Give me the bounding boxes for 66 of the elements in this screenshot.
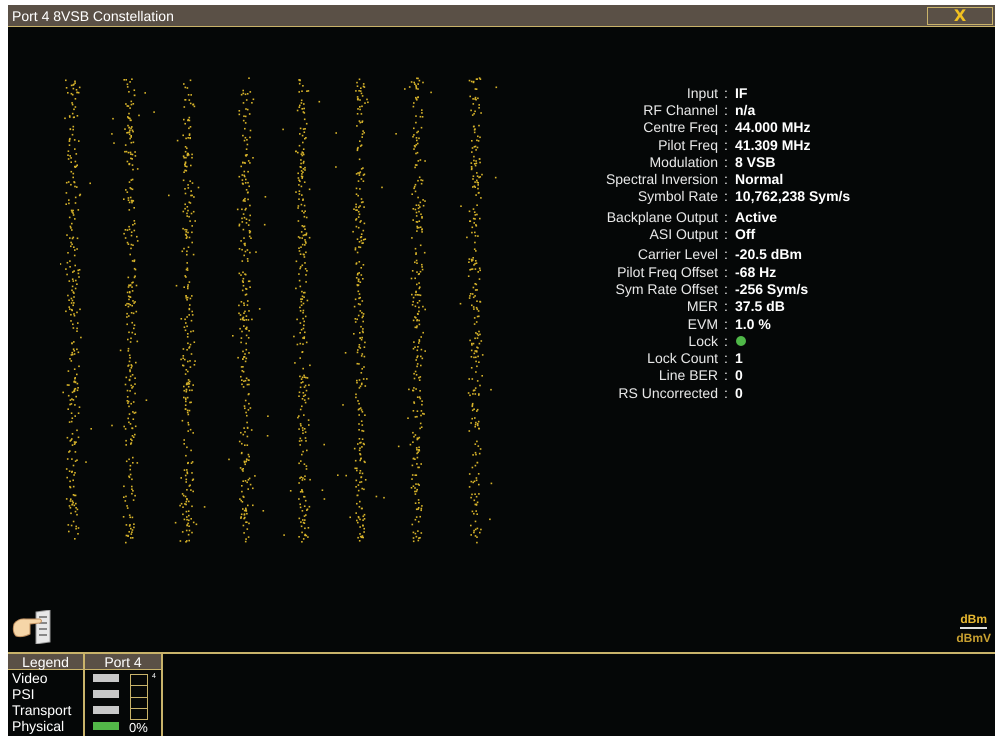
field-label: Backplane Output (606, 210, 718, 224)
field-value: 44.000 MHz (734, 120, 810, 134)
field-value: 37.5 dB (734, 299, 785, 314)
separator: : (723, 210, 729, 224)
field-label: Line BER (658, 368, 718, 382)
hand-pointer-icon[interactable] (12, 610, 52, 644)
close-button[interactable]: X (927, 6, 993, 24)
field-label: Input (686, 86, 718, 100)
field-label: EVM (686, 316, 718, 330)
legend-item: PSI (12, 686, 36, 702)
field-label: Lock Count (646, 351, 718, 366)
port-header: Port 4 (85, 654, 161, 670)
unit-toggle[interactable]: dBm (960, 612, 987, 629)
field-value: 41.309 MHz (734, 138, 810, 152)
field-label: Pilot Freq (657, 138, 718, 152)
level-reading: 0% (129, 721, 148, 734)
separator: : (723, 247, 729, 262)
separator: : (723, 334, 729, 348)
separator: : (723, 282, 729, 296)
field-value: 10,762,238 Sym/s (734, 189, 850, 204)
field-value: -68 Hz (734, 264, 776, 279)
field-label: Spectral Inversion (604, 172, 718, 186)
field-label: Lock (687, 334, 718, 348)
field-value: 8 VSB (734, 154, 776, 169)
legend-item: Transport (12, 702, 72, 718)
level-ladder (130, 674, 148, 720)
legend-item: Video (12, 670, 49, 686)
field-value: n/a (734, 102, 756, 117)
field-value: 1 (734, 351, 743, 366)
separator: : (723, 172, 729, 186)
legend-header: Legend (8, 654, 83, 670)
field-label: Symbol Rate (636, 189, 718, 204)
field-value: 0 (734, 368, 743, 382)
separator: : (723, 351, 729, 366)
field-label: Modulation (648, 154, 718, 169)
field-label: RS Uncorrected (617, 386, 718, 400)
field-label: Carrier Level (636, 247, 718, 262)
field-label: Pilot Freq Offset (616, 264, 718, 279)
field-value: Normal (734, 172, 784, 186)
field-value: -256 Sym/s (734, 282, 808, 296)
field-value: Off (734, 227, 756, 242)
separator: : (723, 299, 729, 314)
separator: : (723, 264, 729, 279)
separator: : (723, 316, 729, 330)
field-label: RF Channel (642, 102, 718, 117)
field-value: Active (734, 210, 778, 224)
separator: : (723, 368, 729, 382)
field-label: Sym Rate Offset (614, 282, 718, 296)
field-value: 0 (734, 386, 743, 400)
separator: : (723, 154, 729, 169)
window-title: Port 4 8VSB Constellation (11, 8, 174, 22)
separator: : (723, 86, 729, 100)
separator: : (723, 189, 729, 204)
field-label: ASI Output (648, 227, 718, 242)
field-value: IF (734, 86, 748, 100)
field-value: -20.5 dBm (734, 247, 802, 262)
legend-item: Physical (12, 718, 66, 734)
separator: : (723, 386, 729, 400)
separator: : (723, 120, 729, 134)
field-label: MER (686, 299, 718, 314)
separator: : (723, 227, 729, 242)
field-label: Centre Freq (642, 120, 718, 134)
separator: : (723, 138, 729, 152)
field-value: 1.0 % (734, 316, 771, 330)
separator: : (723, 102, 729, 117)
unit-toggle[interactable]: dBmV (956, 629, 991, 645)
